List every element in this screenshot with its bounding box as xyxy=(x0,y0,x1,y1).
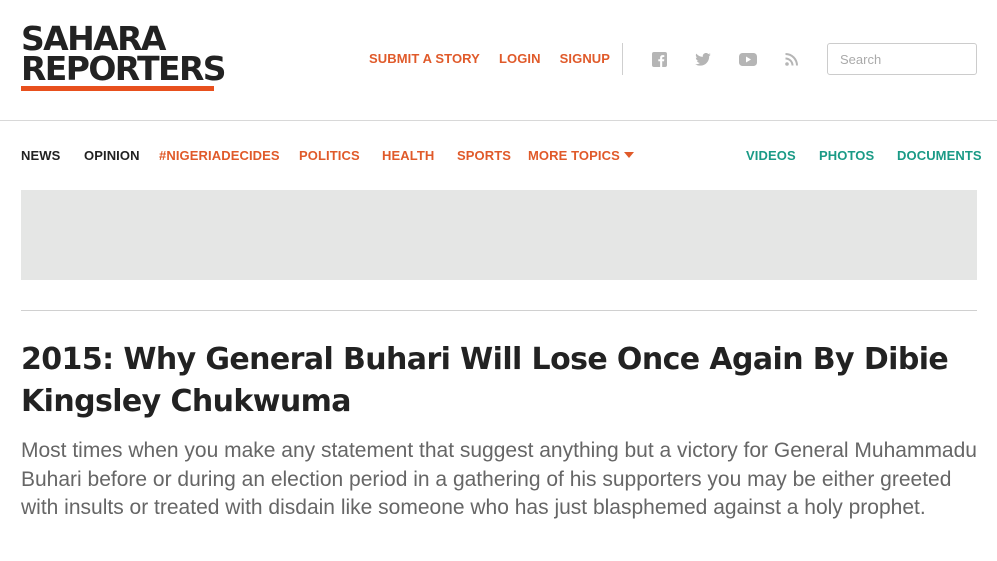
caret-down-icon xyxy=(623,152,634,158)
article-title: 2015: Why General Buhari Will Lose Once … xyxy=(21,342,949,419)
nav-item-documents[interactable]: DOCUMENTS xyxy=(897,148,982,163)
nav-item-sports[interactable]: SPORTS xyxy=(457,148,511,163)
nav-item-nigeriadecides[interactable]: #NIGERIADECIDES xyxy=(159,148,280,163)
nav-item-health[interactable]: HEALTH xyxy=(382,148,434,163)
submit-story-link[interactable]: SUBMIT A STORY xyxy=(369,51,480,66)
nav-item-opinion[interactable]: OPINION xyxy=(84,148,140,163)
content-divider xyxy=(21,310,977,311)
twitter-icon[interactable] xyxy=(694,50,712,68)
nav-item-news[interactable]: NEWS xyxy=(21,148,60,163)
main-nav: NEWS OPINION #NIGERIADECIDES POLITICS HE… xyxy=(0,148,997,164)
search-input[interactable] xyxy=(827,43,977,75)
header-divider-line xyxy=(0,120,997,121)
account-links: SUBMIT A STORY LOGIN SIGNUP xyxy=(369,51,610,66)
rss-icon[interactable] xyxy=(782,50,800,68)
site-header: SAHARA REPORTERS SUBMIT A STORY LOGIN SI… xyxy=(0,0,997,120)
signup-link[interactable]: SIGNUP xyxy=(560,51,610,66)
header-divider xyxy=(622,43,623,75)
logo-line-2: REPORTERS xyxy=(21,49,227,88)
logo-underline xyxy=(21,86,214,91)
facebook-icon[interactable] xyxy=(650,50,668,68)
login-link[interactable]: LOGIN xyxy=(499,51,541,66)
more-topics-label: MORE TOPICS xyxy=(528,148,620,163)
nav-item-videos[interactable]: VIDEOS xyxy=(746,148,796,163)
youtube-icon[interactable] xyxy=(738,50,758,68)
nav-item-politics[interactable]: POLITICS xyxy=(299,148,360,163)
ad-banner-placeholder[interactable] xyxy=(21,190,977,280)
article-lede: Most times when you make any statement t… xyxy=(21,439,977,519)
site-logo[interactable]: SAHARA REPORTERS xyxy=(21,22,227,91)
nav-item-photos[interactable]: PHOTOS xyxy=(819,148,874,163)
nav-item-more-topics[interactable]: MORE TOPICS xyxy=(528,148,634,163)
